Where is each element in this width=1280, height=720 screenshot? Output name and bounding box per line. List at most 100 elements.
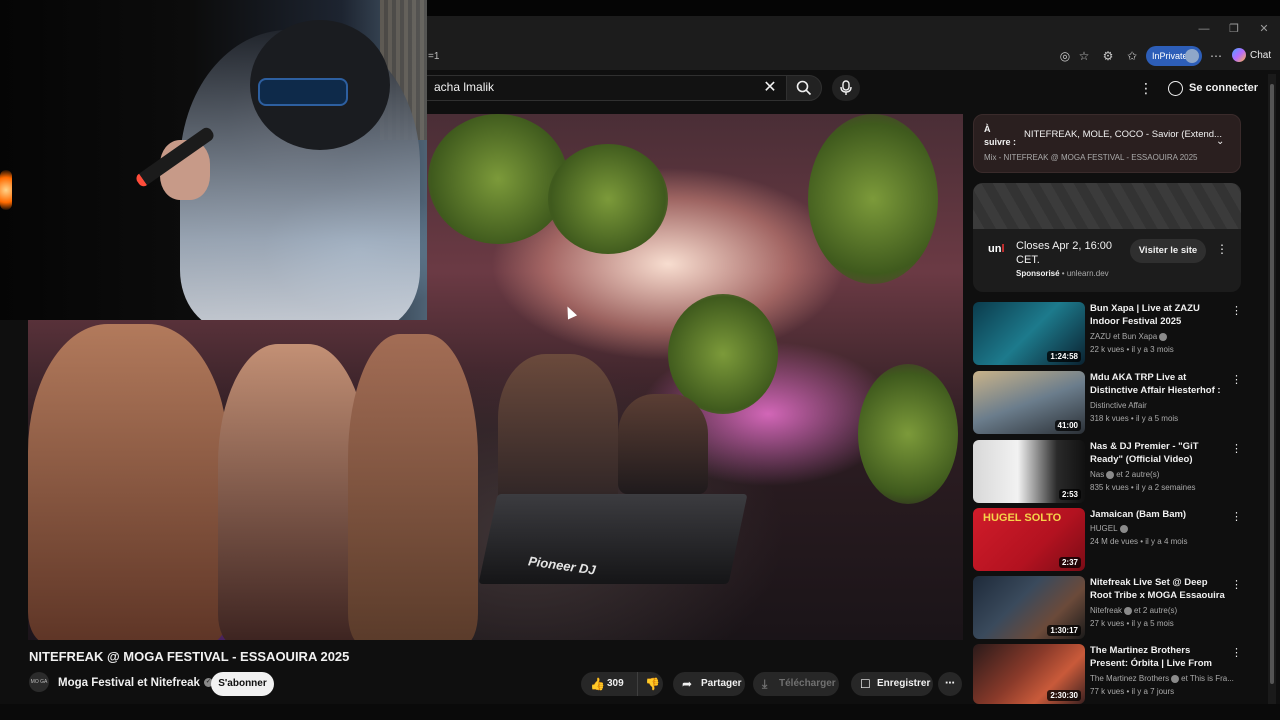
crowd-figure [348,334,478,640]
thumbs-down-icon: 👎 [645,677,660,691]
channel-label: Distinctive Affair [1090,401,1147,410]
like-button[interactable]: 👍 309 [581,672,637,696]
chevron-down-icon[interactable]: ⌄ [1216,136,1224,147]
channel-avatar[interactable]: MO GA [29,672,49,692]
recommendation-meta: 77 k vues • il y a 7 jours [1090,687,1175,696]
recommendation-channel: HUGEL [1090,524,1130,533]
item-menu-icon[interactable]: ⋮ [1231,510,1242,523]
foliage [548,144,668,254]
share-arrow-icon: ➦ [682,677,693,691]
dj-controller [478,494,748,584]
pip-light [0,170,12,210]
settings-menu-icon[interactable]: ⋮ [1138,78,1154,98]
item-menu-icon[interactable]: ⋮ [1231,578,1242,591]
item-menu-icon[interactable]: ⋮ [1231,442,1242,455]
inprivate-label: InPrivate [1152,51,1188,61]
copilot-chat-button[interactable]: Chat [1232,47,1271,65]
recommendation-item[interactable]: 1:30:17 Nitefreak Live Set @ Deep Root T… [973,576,1242,640]
share-button[interactable]: ➦ Partager [673,672,745,696]
recommendation-title[interactable]: The Martinez Brothers Present: Órbita | … [1090,645,1228,671]
video-thumbnail[interactable]: 1:24:58 [973,302,1085,365]
copilot-icon [1232,48,1246,63]
item-menu-icon[interactable]: ⋮ [1231,304,1242,317]
recommendation-title[interactable]: Nas & DJ Premier - "GiT Ready" (Official… [1090,441,1228,466]
recommendation-item[interactable]: HUGEL SOLTO 2:37 Jamaican (Bam Bam) HUGE… [973,508,1242,572]
channel-extra: et This is Fra... [1181,674,1234,683]
restore-icon[interactable]: ❐ [1224,20,1244,38]
thumbnail-text: HUGEL SOLTO [983,512,1062,524]
more-actions-icon[interactable]: ⋯ [938,672,962,696]
channel-extra: et 2 autre(s) [1134,606,1178,615]
video-thumbnail[interactable]: HUGEL SOLTO 2:37 [973,508,1085,571]
up-next-title[interactable]: NITEFREAK, MOLE, COCO - Savior (Extend..… [1024,129,1222,140]
recommendation-meta: 22 k vues • il y a 3 mois [1090,345,1174,354]
inprivate-badge[interactable]: InPrivate [1146,46,1202,66]
recommendation-meta: 24 M de vues • il y a 4 mois [1090,537,1188,546]
profile-avatar-icon [1185,49,1199,63]
channel-label: HUGEL [1090,524,1118,533]
channel-label: Nitefreak [1090,606,1123,615]
recommendation-item[interactable]: 2:53 Nas & DJ Premier - "GiT Ready" (Off… [973,440,1242,504]
item-menu-icon[interactable]: ⋮ [1231,373,1242,386]
tracking-prevention-icon[interactable]: ◎ [1056,47,1074,65]
recommendation-channel: ZAZU et Bun Xapa [1090,332,1169,341]
extensions-icon[interactable]: ⚙ [1099,47,1117,65]
signin-button[interactable]: Se connecter [1168,77,1258,99]
recommendation-channel: Nas et 2 autre(s) [1090,470,1159,479]
video-title: NITEFREAK @ MOGA FESTIVAL - ESSAOUIRA 20… [29,649,350,664]
ad-banner-image [973,183,1241,229]
video-thumbnail[interactable]: 2:53 [973,440,1085,503]
ad-sponsored-line: Sponsorisé • unlearn.dev [1016,269,1109,278]
screen-bottom-strip [0,704,1280,720]
download-button[interactable]: ⤓ Télécharger [753,672,839,696]
recommendation-item[interactable]: 2:30:30 The Martinez Brothers Present: Ó… [973,644,1242,708]
video-thumbnail[interactable]: 41:00 [973,371,1085,434]
recommendation-meta: 835 k vues • il y a 2 semaines [1090,483,1196,492]
more-options-icon[interactable]: ⋯ [1207,47,1225,65]
video-thumbnail[interactable]: 1:30:17 [973,576,1085,639]
visit-site-button[interactable]: Visiter le site [1130,239,1206,263]
thumbs-up-icon: 👍 [590,677,605,691]
favorites-icon[interactable]: ✩ [1123,47,1141,65]
close-window-icon[interactable]: ✕ [1254,20,1274,38]
channel-name-label: Moga Festival et Nitefreak [58,677,200,689]
bookmark-icon: ☐ [860,677,871,691]
duration-badge: 1:24:58 [1047,351,1081,362]
dislike-button[interactable]: 👎 [637,672,663,696]
scrollbar-thumb[interactable] [1270,84,1274,684]
recommendation-title[interactable]: Jamaican (Bam Bam) [1090,509,1228,522]
verified-icon [1119,524,1128,533]
save-button[interactable]: ☐ Enregistrer [851,672,933,696]
recommendation-meta: 318 k vues • il y a 5 mois [1090,414,1179,423]
recommendation-title[interactable]: Mdu AKA TRP Live at Distinctive Affair H… [1090,372,1228,398]
search-query: acha lmalik [434,80,495,94]
video-thumbnail[interactable]: 2:30:30 [973,644,1085,704]
duration-badge: 1:30:17 [1047,625,1081,636]
ad-domain: unlearn.dev [1066,269,1109,278]
clear-search-icon[interactable]: ✕ [760,78,780,98]
item-menu-icon[interactable]: ⋮ [1231,646,1242,659]
chat-label: Chat [1250,50,1272,61]
channel-name[interactable]: Moga Festival et Nitefreak ✓ [58,677,213,689]
recommendation-title[interactable]: Nitefreak Live Set @ Deep Root Tribe x M… [1090,577,1228,602]
sponsored-label: Sponsorisé [1016,269,1060,278]
dj-figure [498,354,618,514]
microphone-icon [840,80,852,95]
up-next-subtitle: Mix - NITEFREAK @ MOGA FESTIVAL - ESSAOU… [984,153,1198,162]
verified-icon [1106,470,1115,479]
recommendation-title[interactable]: Bun Xapa | Live at ZAZU Indoor Festival … [1090,303,1228,328]
subscribe-button[interactable]: S'abonner [211,672,274,696]
recommendation-item[interactable]: 1:24:58 Bun Xapa | Live at ZAZU Indoor F… [973,302,1242,366]
recommendation-item[interactable]: 41:00 Mdu AKA TRP Live at Distinctive Af… [973,371,1242,435]
crowd-figure [28,324,228,640]
address-bar[interactable]: =1 [420,48,1060,65]
duration-badge: 2:53 [1058,489,1081,500]
pip-sunglasses [258,78,348,106]
minimize-icon[interactable]: — [1194,20,1214,38]
search-button[interactable] [786,75,822,101]
ad-menu-icon[interactable]: ⋮ [1216,242,1228,256]
picture-in-picture-video[interactable] [0,0,427,320]
voice-search-button[interactable] [832,75,860,101]
like-count: 309 [607,678,624,689]
favorite-star-icon[interactable]: ☆ [1075,47,1093,65]
